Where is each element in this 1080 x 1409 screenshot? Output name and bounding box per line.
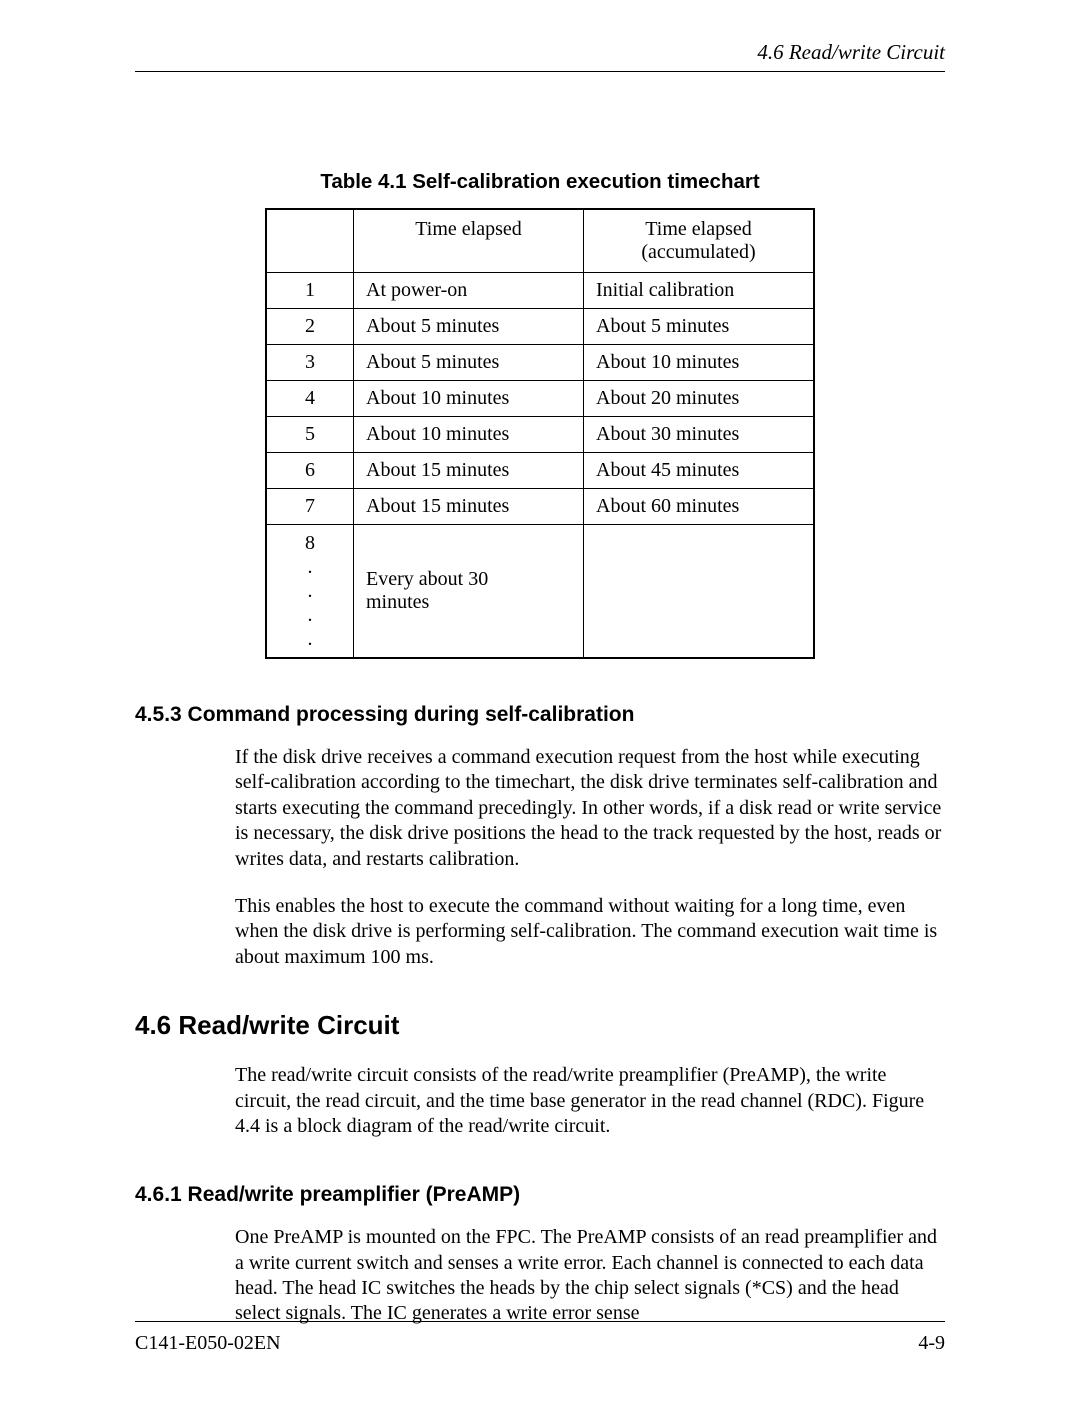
- table-header-row: Time elapsed Time elapsed (accumulated): [266, 209, 814, 273]
- page-footer: C141-E050-02EN 4-9: [135, 1321, 945, 1355]
- row-col1: At power-on: [354, 273, 584, 309]
- row-index: 1: [266, 273, 354, 309]
- row-col2: About 30 minutes: [584, 417, 815, 453]
- table-caption: Table 4.1 Self-calibration execution tim…: [135, 170, 945, 194]
- running-header-text: 4.6 Read/write Circuit: [757, 40, 945, 64]
- row-col2: About 5 minutes: [584, 309, 815, 345]
- row-index: 5: [266, 417, 354, 453]
- heading-4-6-1: 4.6.1 Read/write preamplifier (PreAMP): [135, 1183, 945, 1207]
- row-col2: About 60 minutes: [584, 489, 815, 525]
- table-row: 3 About 5 minutes About 10 minutes: [266, 345, 814, 381]
- table-row: 2 About 5 minutes About 5 minutes: [266, 309, 814, 345]
- row-col2-empty: [584, 525, 815, 659]
- row-col1: About 10 minutes: [354, 381, 584, 417]
- running-header: 4.6 Read/write Circuit: [135, 40, 945, 72]
- paragraph: One PreAMP is mounted on the FPC. The Pr…: [235, 1225, 945, 1327]
- row-col2: About 45 minutes: [584, 453, 815, 489]
- footer-doc-id: C141-E050-02EN: [135, 1332, 281, 1355]
- paragraph: The read/write circuit consists of the r…: [235, 1063, 945, 1139]
- row-col2: About 10 minutes: [584, 345, 815, 381]
- row-col1: About 15 minutes: [354, 489, 584, 525]
- row-col2: About 20 minutes: [584, 381, 815, 417]
- footer-page-number: 4-9: [918, 1332, 945, 1355]
- table-header-blank: [266, 209, 354, 273]
- table-header-col2: Time elapsed (accumulated): [584, 209, 815, 273]
- table-row: 7 About 15 minutes About 60 minutes: [266, 489, 814, 525]
- row-index: 2: [266, 309, 354, 345]
- heading-4-5-3: 4.5.3 Command processing during self-cal…: [135, 703, 945, 727]
- table-row: 4 About 10 minutes About 20 minutes: [266, 381, 814, 417]
- row-col1: About 5 minutes: [354, 345, 584, 381]
- row-index: 7: [266, 489, 354, 525]
- row-index-ellipsis: 8 . . . .: [266, 525, 354, 659]
- table-row-last: 8 . . . . Every about 30 minutes: [266, 525, 814, 659]
- table-row: 5 About 10 minutes About 30 minutes: [266, 417, 814, 453]
- row-index: 3: [266, 345, 354, 381]
- calibration-table: Time elapsed Time elapsed (accumulated) …: [265, 208, 815, 659]
- table-header-col1: Time elapsed: [354, 209, 584, 273]
- paragraph: If the disk drive receives a command exe…: [235, 745, 945, 872]
- row-col1: About 10 minutes: [354, 417, 584, 453]
- row-index: 4: [266, 381, 354, 417]
- row-col1: About 5 minutes: [354, 309, 584, 345]
- row-col1: Every about 30 minutes: [354, 525, 584, 659]
- row-col1: About 15 minutes: [354, 453, 584, 489]
- table-row: 1 At power-on Initial calibration: [266, 273, 814, 309]
- row-col2: Initial calibration: [584, 273, 815, 309]
- paragraph: This enables the host to execute the com…: [235, 894, 945, 970]
- row-index: 6: [266, 453, 354, 489]
- heading-4-6: 4.6 Read/write Circuit: [135, 1010, 945, 1041]
- table-row: 6 About 15 minutes About 45 minutes: [266, 453, 814, 489]
